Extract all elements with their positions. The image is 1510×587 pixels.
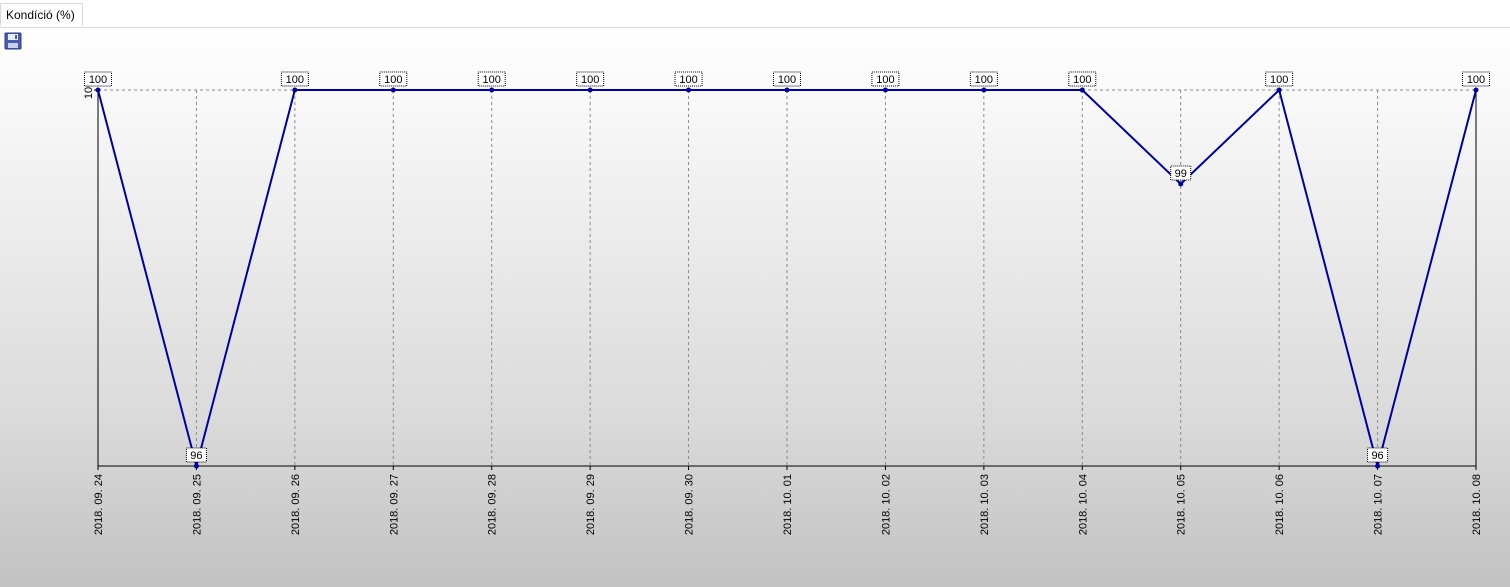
data-point xyxy=(193,463,199,469)
x-tick-label: 2018. 09. 30 xyxy=(684,474,696,535)
line-chart: 100 2018. 09. 24 2018. 09. 25 2018. 09. 26 2… xyxy=(83,71,1490,535)
x-tick-label: 2018. 10. 05 xyxy=(1176,474,1188,535)
chart-area: 100 2018. 09. 24 2018. 09. 25 2018. 09. 26 2… xyxy=(0,28,1510,587)
x-tick-label: 2018. 09. 27 xyxy=(388,474,400,535)
data-point xyxy=(1178,181,1184,187)
x-tick-label: 2018. 10. 01 xyxy=(782,474,794,535)
data-point xyxy=(1079,87,1085,93)
data-label: 100 xyxy=(384,74,402,86)
data-label: 100 xyxy=(483,74,501,86)
data-point xyxy=(1276,87,1282,93)
x-tick-label: 2018. 09. 24 xyxy=(93,474,105,535)
data-point xyxy=(1375,463,1381,469)
x-tick-label: 2018. 09. 26 xyxy=(290,474,302,535)
data-label: 100 xyxy=(1073,74,1091,86)
tab-label: Kondíció (%) xyxy=(6,8,75,22)
tab-bar: Kondíció (%) xyxy=(0,0,1510,28)
data-point xyxy=(686,87,692,93)
data-label: 100 xyxy=(778,74,796,86)
data-label: 100 xyxy=(89,74,107,86)
data-label: 100 xyxy=(975,74,993,86)
data-point xyxy=(390,87,396,93)
x-tick-label: 2018. 09. 28 xyxy=(487,474,499,535)
data-label: 100 xyxy=(286,74,304,86)
x-tick-label: 2018. 09. 25 xyxy=(191,474,203,535)
x-tick-label: 2018. 10. 04 xyxy=(1077,474,1089,535)
data-label: 99 xyxy=(1175,168,1187,180)
x-tick-label: 2018. 09. 29 xyxy=(585,474,597,535)
data-point xyxy=(784,87,790,93)
x-tick-label: 2018. 10. 08 xyxy=(1471,474,1483,535)
x-tick-label: 2018. 10. 07 xyxy=(1373,474,1385,535)
data-point xyxy=(587,87,593,93)
data-point xyxy=(1473,87,1479,93)
x-tick-label: 2018. 10. 02 xyxy=(880,474,892,535)
data-label: 96 xyxy=(190,450,202,462)
tab-kondicio[interactable]: Kondíció (%) xyxy=(0,3,83,26)
data-point xyxy=(882,87,888,93)
data-point xyxy=(292,87,298,93)
data-label: 96 xyxy=(1371,450,1383,462)
data-point xyxy=(489,87,495,93)
data-label: 100 xyxy=(581,74,599,86)
data-label: 100 xyxy=(1467,74,1485,86)
data-label: 100 xyxy=(1270,74,1288,86)
x-tick-label: 2018. 10. 03 xyxy=(979,474,991,535)
data-point xyxy=(95,87,101,93)
data-label: 100 xyxy=(679,74,697,86)
x-tick-label: 2018. 10. 06 xyxy=(1274,474,1286,535)
data-point xyxy=(981,87,987,93)
data-label: 100 xyxy=(876,74,894,86)
